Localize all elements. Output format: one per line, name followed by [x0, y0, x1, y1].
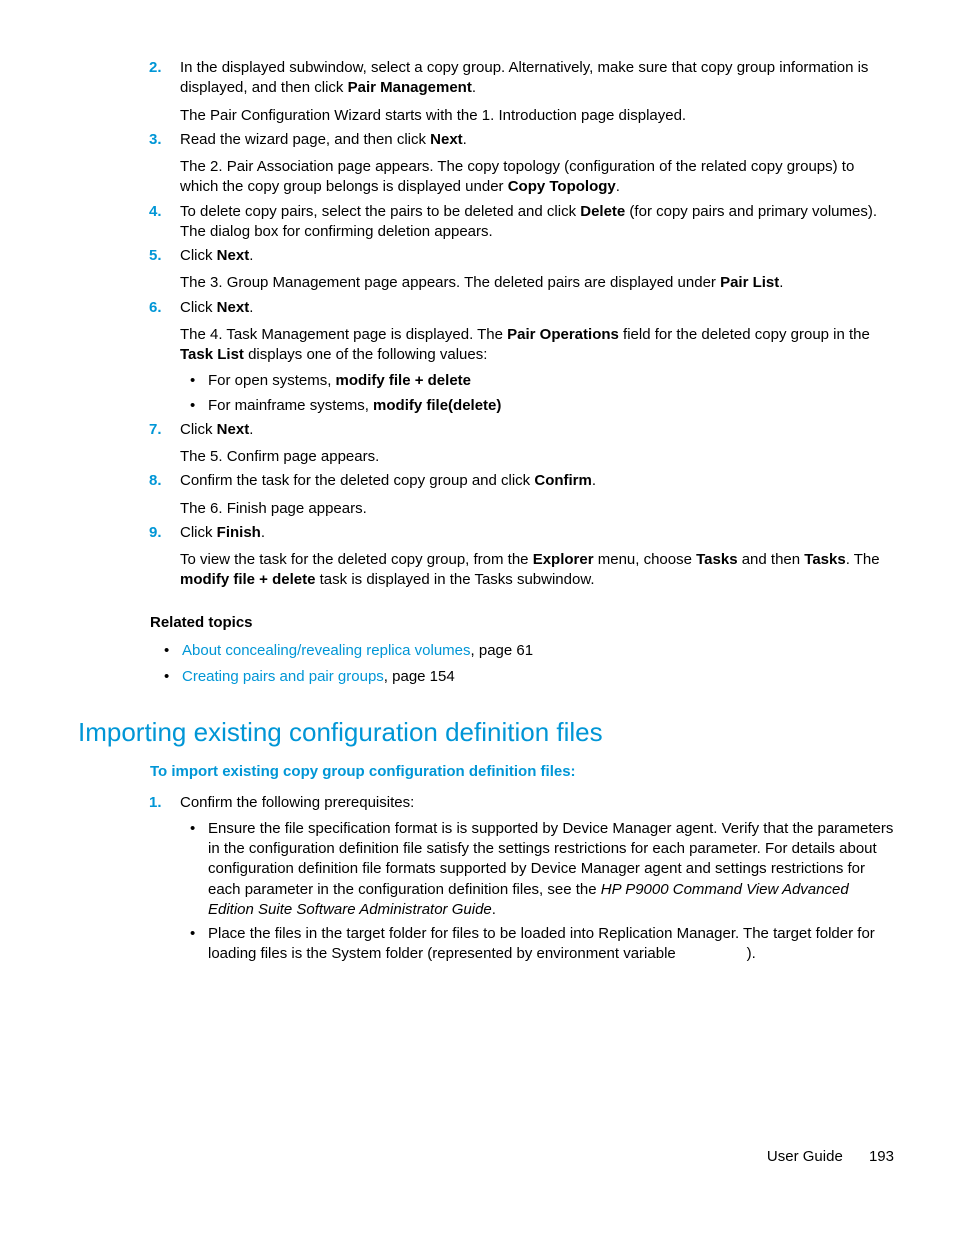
step-text: Confirm the following prerequisites: [180, 793, 894, 813]
step-para: To view the task for the deleted copy gr… [180, 550, 894, 591]
procedure-lead: To import existing copy group configurat… [150, 762, 894, 782]
step-para: The 6. Finish page appears. [180, 499, 894, 519]
page-footer: User Guide 193 [767, 1147, 894, 1167]
step-number: 9. [149, 523, 162, 543]
step-number: 5. [149, 246, 162, 266]
sub-bullet: For open systems, modify file + delete [180, 371, 894, 391]
related-topics-list: About concealing/revealing replica volum… [170, 641, 894, 688]
step-text: Read the wizard page, and then click Nex… [180, 130, 894, 150]
step-para: The 5. Confirm page appears. [180, 447, 894, 467]
ordered-list-main: 2. In the displayed subwindow, select a … [80, 58, 894, 591]
step-para: The 3. Group Management page appears. Th… [180, 273, 894, 293]
step-number: 3. [149, 130, 162, 150]
step-9: 9. Click Finish. To view the task for th… [80, 523, 894, 591]
step-7: 7. Click Next. The 5. Confirm page appea… [80, 420, 894, 468]
section-heading-importing: Importing existing configuration definit… [78, 715, 894, 750]
related-item: About concealing/revealing replica volum… [170, 641, 894, 661]
link-creating-pairs[interactable]: Creating pairs and pair groups [182, 668, 384, 685]
sub-bullets: Ensure the file specification format is … [180, 819, 894, 965]
step-number: 8. [149, 471, 162, 491]
step-8: 8. Confirm the task for the deleted copy… [80, 471, 894, 519]
step-para: The 4. Task Management page is displayed… [180, 325, 894, 366]
link-conceal-reveal[interactable]: About concealing/revealing replica volum… [182, 642, 471, 659]
step-text: To delete copy pairs, select the pairs t… [180, 202, 894, 243]
related-item: Creating pairs and pair groups, page 154 [170, 667, 894, 687]
step-1: 1. Confirm the following prerequisites: … [80, 793, 894, 965]
step-text: Click Next. [180, 246, 894, 266]
related-topics-heading: Related topics [150, 613, 894, 633]
step-3: 3. Read the wizard page, and then click … [80, 130, 894, 198]
step-text: In the displayed subwindow, select a cop… [180, 58, 894, 99]
sub-bullet: Ensure the file specification format is … [180, 819, 894, 920]
step-6: 6. Click Next. The 4. Task Management pa… [80, 298, 894, 416]
step-text: Confirm the task for the deleted copy gr… [180, 471, 894, 491]
step-2: 2. In the displayed subwindow, select a … [80, 58, 894, 126]
step-para: The Pair Configuration Wizard starts wit… [180, 106, 894, 126]
step-number: 4. [149, 202, 162, 222]
sub-bullets: For open systems, modify file + delete F… [180, 371, 894, 416]
ordered-list-import: 1. Confirm the following prerequisites: … [80, 793, 894, 965]
step-text: Click Next. [180, 298, 894, 318]
page-number: 193 [869, 1148, 894, 1165]
sub-bullet: For mainframe systems, modify file(delet… [180, 396, 894, 416]
step-4: 4. To delete copy pairs, select the pair… [80, 202, 894, 243]
footer-label: User Guide [767, 1148, 843, 1165]
sub-bullet: Place the files in the target folder for… [180, 924, 894, 965]
step-number: 2. [149, 58, 162, 78]
step-text: Click Finish. [180, 523, 894, 543]
step-number: 1. [149, 793, 162, 813]
step-5: 5. Click Next. The 3. Group Management p… [80, 246, 894, 294]
step-text: Click Next. [180, 420, 894, 440]
page: 2. In the displayed subwindow, select a … [0, 0, 954, 1235]
step-number: 6. [149, 298, 162, 318]
step-para: The 2. Pair Association page appears. Th… [180, 157, 894, 198]
step-number: 7. [149, 420, 162, 440]
